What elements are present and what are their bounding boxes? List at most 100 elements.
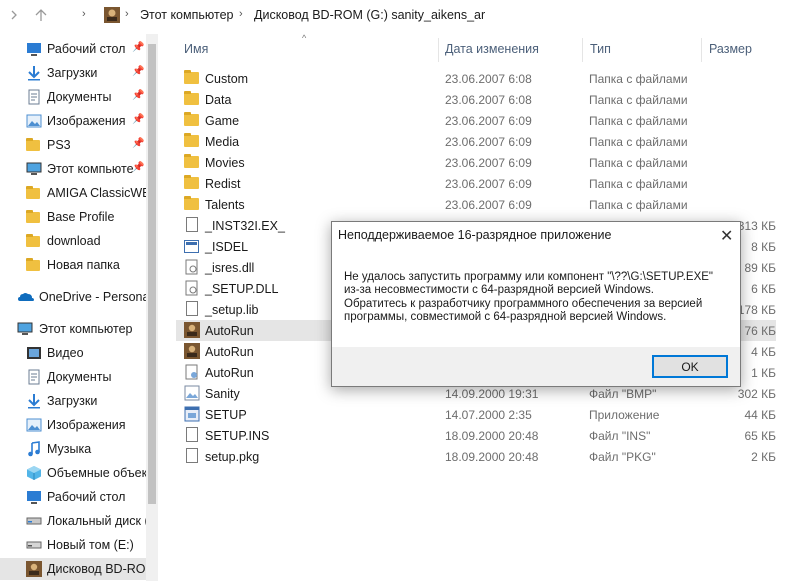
settings-file-icon	[184, 364, 200, 380]
pin-icon[interactable]: 📌	[132, 114, 144, 125]
desktop-icon	[26, 41, 42, 57]
sidebar-item-this-pc[interactable]: Этот компьютер	[0, 318, 146, 340]
file-name: setup.pkg	[205, 450, 260, 464]
dialog-footer: OK	[332, 347, 740, 386]
sidebar-item-documents-pc[interactable]: Документы	[0, 366, 146, 388]
pictures-icon	[26, 113, 42, 129]
file-row[interactable]: Data 23.06.2007 6:08 Папка с файлами	[176, 89, 776, 110]
scrollbar-thumb[interactable]	[148, 44, 156, 504]
column-header-date[interactable]: Дата изменения	[445, 42, 539, 56]
file-row[interactable]: setup.pkg 18.09.2000 20:48 Файл "PKG" 2 …	[176, 446, 776, 467]
folder-icon	[184, 175, 199, 189]
sidebar-item-documents[interactable]: Документы 📌	[0, 86, 146, 108]
chevron-right-icon[interactable]	[7, 6, 21, 24]
folder-icon	[26, 234, 40, 247]
file-row[interactable]: Redist 23.06.2007 6:09 Папка с файлами	[176, 173, 776, 194]
sidebar-item-label: Документы	[47, 370, 112, 384]
folder-icon	[26, 210, 40, 223]
file-date: 23.06.2007 6:09	[445, 156, 532, 170]
sidebar-item-download[interactable]: download	[0, 230, 146, 252]
file-type: Папка с файлами	[589, 114, 688, 128]
drive-icon	[26, 513, 42, 529]
ok-button[interactable]: OK	[652, 355, 728, 378]
sort-ascending-icon: ^	[302, 33, 307, 43]
sidebar-item-videos[interactable]: Видео	[0, 342, 146, 364]
sidebar-item-label: Base Profile	[47, 210, 115, 224]
download-arrow-icon	[26, 65, 42, 81]
column-header-name[interactable]: Имя	[184, 42, 208, 56]
cloud-icon	[17, 289, 34, 305]
file-size: 313 КБ	[737, 219, 776, 233]
close-icon[interactable]: ✕	[720, 226, 733, 246]
breadcrumb-this-pc[interactable]: Этот компьютер	[140, 8, 233, 22]
desktop-icon	[26, 489, 42, 505]
3d-objects-icon	[26, 465, 42, 481]
sidebar-item-desktop[interactable]: Рабочий стол 📌	[0, 38, 146, 60]
sidebar-item-label: PS3	[47, 138, 71, 152]
sidebar-item-label: Музыка	[47, 442, 92, 456]
sidebar-item-3d-objects[interactable]: Объемные объект	[0, 462, 146, 484]
sidebar-item-local-disk[interactable]: Локальный диск (	[0, 510, 146, 532]
sidebar-item-bd-rom[interactable]: Дисковод BD-ROM	[0, 558, 146, 580]
file-icon	[186, 217, 198, 232]
column-header-size[interactable]: Размер	[709, 42, 752, 56]
pin-icon[interactable]: 📌	[132, 90, 144, 101]
folder-icon	[26, 138, 40, 151]
up-arrow-icon[interactable]	[34, 6, 48, 24]
address-bar[interactable]: › › Этот компьютер › Дисковод BD-ROM (G:…	[0, 0, 806, 32]
file-row[interactable]: Game 23.06.2007 6:09 Папка с файлами	[176, 110, 776, 131]
pin-icon[interactable]: 📌	[132, 66, 144, 77]
sidebar-item-desktop-pc[interactable]: Рабочий стол	[0, 486, 146, 508]
file-row[interactable]: Movies 23.06.2007 6:09 Папка с файлами	[176, 152, 776, 173]
sidebar-item-label: OneDrive - Personal	[39, 290, 146, 304]
sidebar-item-pictures-pc[interactable]: Изображения	[0, 414, 146, 436]
pin-icon[interactable]: 📌	[132, 42, 144, 53]
file-row[interactable]: Media 23.06.2007 6:09 Папка с файлами	[176, 131, 776, 152]
file-date: 14.09.2000 19:31	[445, 387, 539, 401]
file-icon	[186, 427, 198, 442]
navigation-pane[interactable]: Рабочий стол 📌 Загрузки 📌 Документы 📌 Из…	[0, 34, 146, 581]
file-name: AutoRun	[205, 345, 254, 359]
column-divider[interactable]	[438, 38, 439, 62]
dialog-message-line: Обратитесь к разработчику программного о…	[344, 297, 703, 310]
sidebar-item-new-volume[interactable]: Новый том (E:)	[0, 534, 146, 556]
sidebar-item-downloads-pc[interactable]: Загрузки	[0, 390, 146, 412]
dll-icon	[184, 280, 200, 296]
breadcrumb-separator-icon: ›	[82, 8, 86, 20]
column-divider[interactable]	[701, 38, 702, 62]
file-name: _isres.dll	[205, 261, 255, 275]
breadcrumb-current-drive[interactable]: Дисковод BD-ROM (G:) sanity_aikens_ar	[254, 8, 485, 22]
file-size: 2 КБ	[751, 450, 776, 464]
file-size: 302 КБ	[737, 387, 776, 401]
file-type: Папка с файлами	[589, 72, 688, 86]
column-header-type[interactable]: Тип	[590, 42, 611, 56]
pin-icon[interactable]: 📌	[132, 138, 144, 149]
sidebar-item-pictures[interactable]: Изображения 📌	[0, 110, 146, 132]
sidebar-item-this-pc-shortcut[interactable]: Этот компьюте 📌	[0, 158, 146, 180]
sidebar-item-base-profile[interactable]: Base Profile	[0, 206, 146, 228]
sidebar-item-label: Видео	[47, 346, 84, 360]
error-dialog[interactable]: Неподдерживаемое 16-разрядное приложение…	[331, 221, 741, 387]
sidebar-item-music[interactable]: Музыка	[0, 438, 146, 460]
documents-icon	[26, 89, 42, 105]
sidebar-item-new-folder[interactable]: Новая папка	[0, 254, 146, 276]
folder-icon	[26, 258, 40, 271]
file-name: Data	[205, 93, 232, 107]
file-row[interactable]: Custom 23.06.2007 6:08 Папка с файлами	[176, 68, 776, 89]
sidebar-item-ps3[interactable]: PS3 📌	[0, 134, 146, 156]
sidebar-item-onedrive[interactable]: OneDrive - Personal	[0, 286, 146, 308]
file-row[interactable]: SETUP.INS 18.09.2000 20:48 Файл "INS" 65…	[176, 425, 776, 446]
sidebar-scrollbar[interactable]	[146, 34, 158, 581]
pin-icon[interactable]: 📌	[132, 162, 144, 173]
sidebar-item-downloads[interactable]: Загрузки 📌	[0, 62, 146, 84]
sidebar-item-amiga[interactable]: AMIGA ClassicWB-	[0, 182, 146, 204]
file-row[interactable]: Talents 23.06.2007 6:09 Папка с файлами	[176, 194, 776, 215]
breadcrumb-separator-icon: ›	[125, 8, 129, 20]
file-row[interactable]: SETUP 14.07.2000 2:35 Приложение 44 КБ	[176, 404, 776, 425]
file-type: Папка с файлами	[589, 198, 688, 212]
file-size: 65 КБ	[744, 429, 776, 443]
column-divider[interactable]	[582, 38, 583, 62]
folder-icon	[184, 154, 199, 168]
file-date: 23.06.2007 6:09	[445, 177, 532, 191]
file-date: 23.06.2007 6:08	[445, 93, 532, 107]
